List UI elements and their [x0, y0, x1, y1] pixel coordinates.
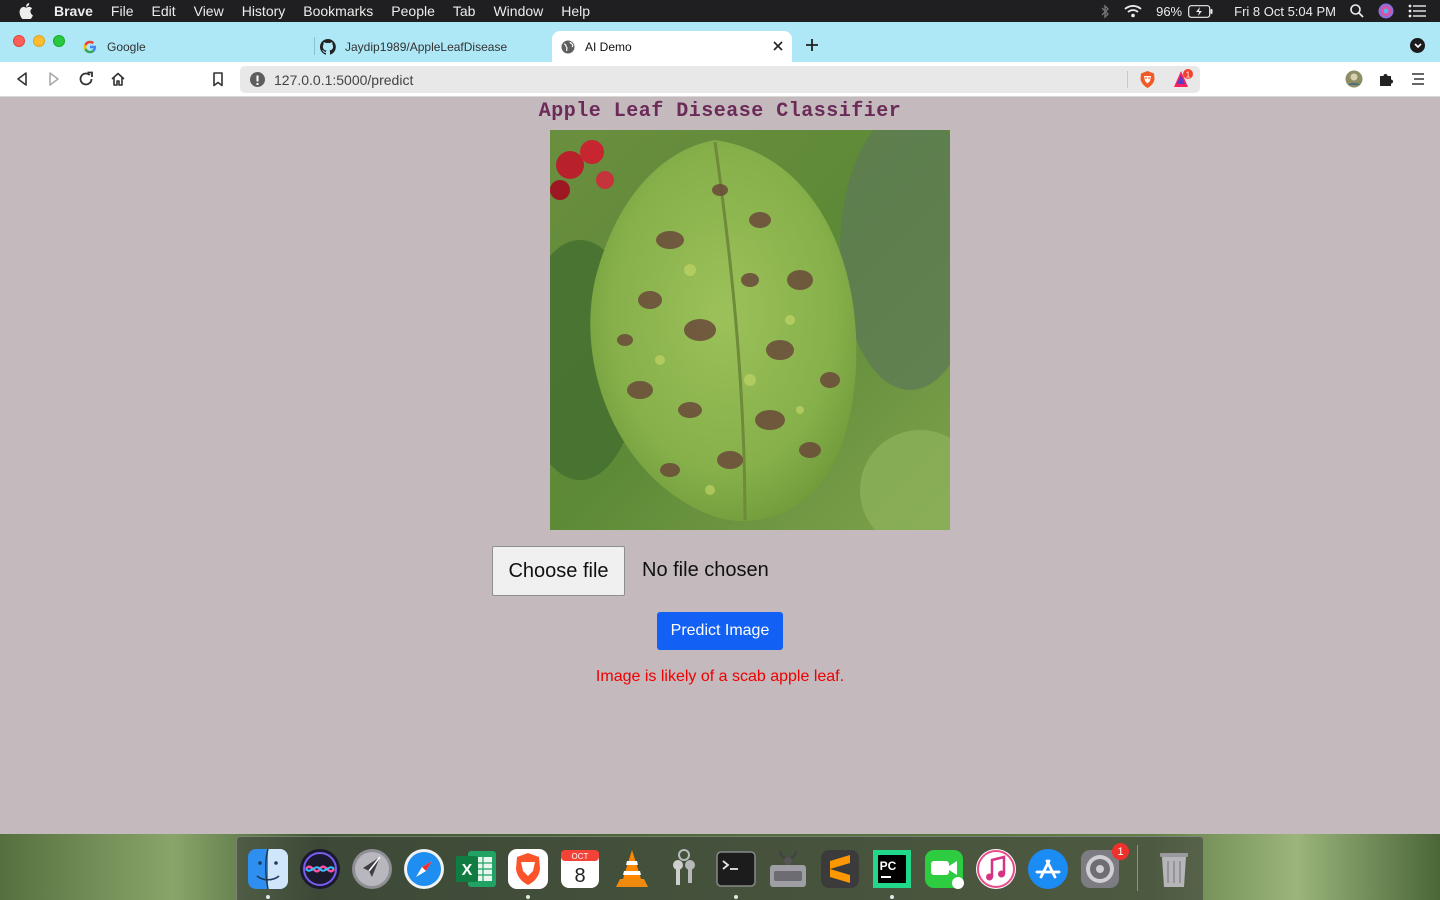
tab-separator	[314, 37, 315, 55]
file-status-text: No file chosen	[642, 559, 769, 581]
globe-icon	[560, 39, 576, 55]
site-info-icon[interactable]	[250, 72, 265, 87]
rewards-badge: 1	[1186, 71, 1191, 80]
prediction-result: Image is likely of a scab apple leaf.	[595, 668, 845, 685]
extensions-puzzle-icon[interactable]	[1377, 70, 1395, 88]
svg-text:PC: PC	[880, 859, 897, 873]
choose-file-button[interactable]: Choose file	[492, 546, 625, 596]
system-preferences-icon[interactable]: 1	[1078, 843, 1129, 891]
sublime-text-icon[interactable]	[818, 847, 862, 891]
vlc-icon[interactable]	[610, 847, 654, 891]
spotlight-search-icon[interactable]	[1350, 4, 1364, 18]
app-store-icon[interactable]	[1026, 847, 1070, 891]
menu-file[interactable]: File	[102, 0, 143, 22]
notification-center-icon[interactable]	[1408, 4, 1426, 18]
calendar-icon[interactable]: OCT 8	[558, 847, 602, 891]
running-indicator	[734, 895, 738, 899]
siri-icon[interactable]	[1378, 3, 1394, 19]
tab-search-chevron-icon[interactable]	[1410, 38, 1425, 53]
menu-tab[interactable]: Tab	[444, 0, 485, 22]
calendar-day: 8	[574, 865, 585, 887]
reload-icon[interactable]	[77, 70, 95, 88]
home-icon[interactable]	[109, 70, 127, 88]
keychain-access-icon[interactable]	[662, 847, 706, 891]
close-window-button[interactable]	[13, 35, 25, 47]
url-text[interactable]: 127.0.0.1:5000/predict	[274, 72, 413, 88]
terminal-icon[interactable]	[714, 847, 758, 891]
wifi-icon[interactable]	[1124, 4, 1142, 18]
running-indicator	[266, 895, 270, 899]
apple-menu-icon[interactable]	[19, 0, 39, 22]
brave-rewards-icon[interactable]: 1	[1173, 69, 1195, 89]
address-bar[interactable]: 127.0.0.1:5000/predict 1	[240, 66, 1200, 93]
predict-image-button[interactable]: Predict Image	[657, 612, 783, 650]
menu-help[interactable]: Help	[552, 0, 599, 22]
bookmark-icon[interactable]	[209, 70, 227, 88]
menu-bar: Brave File Edit View History Bookmarks P…	[0, 0, 1440, 22]
brave-shields-icon[interactable]	[1138, 70, 1157, 89]
tab-strip: Google Jaydip1989/AppleLeafDisease AI De…	[0, 22, 1440, 62]
siri-dock-icon[interactable]	[298, 847, 342, 891]
zoom-window-button[interactable]	[53, 35, 65, 47]
menu-app-name[interactable]: Brave	[45, 0, 102, 22]
page-title: Apple Leaf Disease Classifier	[538, 100, 902, 123]
finder-icon[interactable]	[246, 847, 290, 891]
launchpad-icon[interactable]	[350, 847, 394, 891]
clock[interactable]: Fri 8 Oct 5:04 PM	[1234, 4, 1336, 19]
facetime-icon[interactable]	[922, 847, 966, 891]
dock: X OCT 8 PC 1	[236, 836, 1204, 900]
tab-github[interactable]: Jaydip1989/AppleLeafDisease	[320, 31, 546, 62]
svg-text:X: X	[462, 862, 473, 879]
menu-window[interactable]: Window	[484, 0, 552, 22]
tab-ai-demo[interactable]: AI Demo	[552, 31, 792, 62]
itunes-icon[interactable]	[974, 847, 1018, 891]
browser-toolbar: 127.0.0.1:5000/predict 1	[0, 62, 1440, 97]
trash-icon[interactable]	[1152, 847, 1196, 891]
hamburger-menu-icon[interactable]	[1409, 70, 1427, 88]
tab-title: AI Demo	[585, 39, 632, 54]
menu-history[interactable]: History	[233, 0, 295, 22]
battery-icon[interactable]	[1188, 4, 1214, 18]
pycharm-icon[interactable]: PC	[870, 847, 914, 891]
notification-badge: 1	[1112, 843, 1129, 860]
brave-dock-icon[interactable]	[506, 847, 550, 891]
menu-edit[interactable]: Edit	[142, 0, 184, 22]
menu-people[interactable]: People	[382, 0, 444, 22]
running-indicator	[526, 895, 530, 899]
running-indicator	[890, 895, 894, 899]
tab-title: Google	[107, 39, 146, 54]
safari-icon[interactable]	[402, 847, 446, 891]
browser-window: Google Jaydip1989/AppleLeafDisease AI De…	[0, 22, 1440, 834]
menu-view[interactable]: View	[185, 0, 233, 22]
forward-icon[interactable]	[45, 70, 63, 88]
battery-percent: 96%	[1156, 3, 1183, 19]
uploaded-leaf-image	[550, 130, 950, 530]
tab-title: Jaydip1989/AppleLeafDisease	[345, 39, 508, 54]
omnibox-divider	[1127, 71, 1128, 88]
github-icon	[320, 38, 336, 55]
minimize-window-button[interactable]	[33, 35, 45, 47]
close-tab-icon[interactable]	[770, 38, 786, 54]
tab-google[interactable]: Google	[82, 31, 312, 62]
excel-icon[interactable]: X	[454, 847, 498, 891]
new-tab-button[interactable]	[803, 36, 821, 54]
dock-separator	[1137, 845, 1138, 891]
bluetooth-icon[interactable]	[1100, 3, 1110, 19]
calendar-month: OCT	[572, 852, 589, 861]
google-icon	[82, 39, 98, 55]
profile-avatar[interactable]	[1345, 70, 1363, 88]
disk-utility-icon[interactable]	[766, 847, 810, 891]
web-page: Apple Leaf Disease Classifier Choose fil…	[0, 98, 1440, 834]
back-icon[interactable]	[13, 70, 31, 88]
menu-bookmarks[interactable]: Bookmarks	[294, 0, 382, 22]
